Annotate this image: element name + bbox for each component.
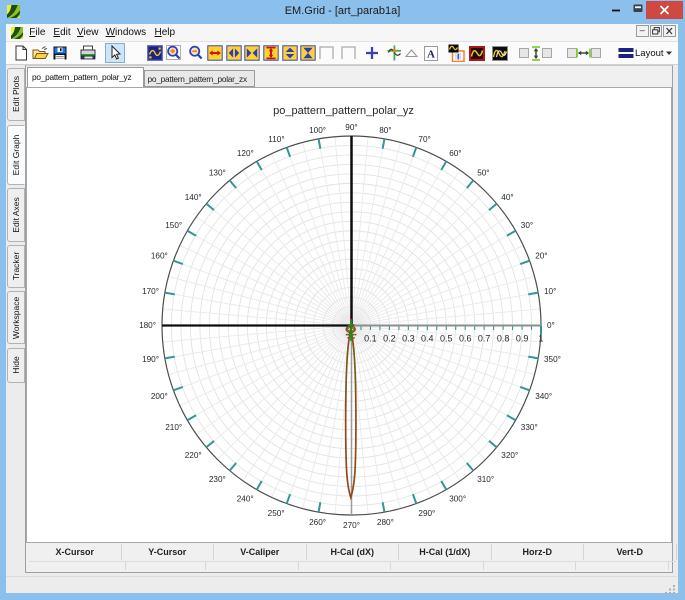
- svg-text:170°: 170°: [142, 287, 159, 296]
- svg-text:130°: 130°: [208, 168, 225, 177]
- svg-text:80°: 80°: [379, 126, 391, 135]
- svg-text:20°: 20°: [535, 251, 547, 260]
- svg-text:70°: 70°: [418, 134, 430, 143]
- svg-text:90°: 90°: [345, 123, 357, 132]
- svg-text:60°: 60°: [449, 149, 461, 158]
- svg-text:220°: 220°: [184, 451, 201, 460]
- svg-text:30°: 30°: [520, 220, 532, 229]
- svg-text:300°: 300°: [449, 494, 466, 503]
- svg-text:140°: 140°: [184, 192, 201, 201]
- svg-text:0.7: 0.7: [477, 333, 490, 343]
- svg-text:120°: 120°: [236, 149, 253, 158]
- svg-text:110°: 110°: [268, 134, 284, 143]
- svg-text:270°: 270°: [343, 520, 360, 529]
- svg-text:100°: 100°: [309, 126, 326, 135]
- svg-text:0.9: 0.9: [515, 333, 528, 343]
- svg-text:0.1: 0.1: [364, 333, 377, 343]
- svg-text:0.8: 0.8: [496, 333, 509, 343]
- svg-text:0.2: 0.2: [383, 333, 396, 343]
- svg-text:280°: 280°: [376, 517, 393, 526]
- svg-text:340°: 340°: [535, 392, 552, 401]
- svg-text:200°: 200°: [150, 392, 167, 401]
- svg-text:0.3: 0.3: [402, 333, 415, 343]
- svg-text:50°: 50°: [477, 168, 489, 177]
- svg-text:320°: 320°: [501, 451, 518, 460]
- svg-text:240°: 240°: [236, 494, 253, 503]
- svg-text:1: 1: [538, 333, 543, 343]
- svg-text:0.4: 0.4: [421, 333, 434, 343]
- svg-text:40°: 40°: [501, 192, 513, 201]
- svg-text:210°: 210°: [165, 423, 182, 432]
- svg-text:350°: 350°: [544, 355, 561, 364]
- svg-text:0.5: 0.5: [439, 333, 452, 343]
- svg-text:310°: 310°: [477, 475, 494, 484]
- svg-text:po_pattern_pattern_polar_yz: po_pattern_pattern_polar_yz: [273, 105, 414, 117]
- svg-text:250°: 250°: [267, 509, 284, 518]
- svg-text:260°: 260°: [309, 517, 326, 526]
- svg-text:A: A: [427, 48, 435, 60]
- svg-text:0°: 0°: [547, 321, 555, 330]
- svg-text:330°: 330°: [520, 423, 537, 432]
- svg-text:150°: 150°: [165, 220, 182, 229]
- svg-text:230°: 230°: [208, 475, 225, 484]
- svg-text:10°: 10°: [544, 287, 556, 296]
- svg-text:180°: 180°: [139, 321, 156, 330]
- svg-text:290°: 290°: [418, 509, 435, 518]
- svg-text:160°: 160°: [150, 251, 167, 260]
- svg-text:190°: 190°: [142, 355, 159, 364]
- svg-text:0.6: 0.6: [458, 333, 471, 343]
